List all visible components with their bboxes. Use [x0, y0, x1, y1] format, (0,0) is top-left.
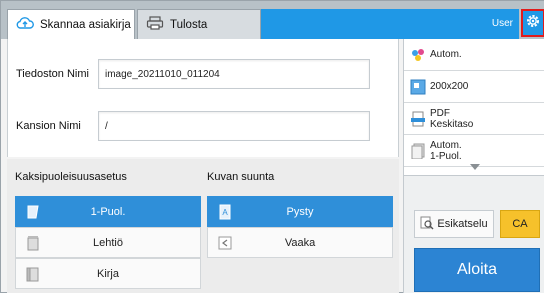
preview-label: Esikatselu [437, 218, 488, 230]
orientation-option-label: Vaaka [284, 236, 316, 249]
filename-row: Tiedoston Nimi image_20211010_011204 [16, 57, 370, 91]
tab-print[interactable]: Tulosta [137, 9, 261, 39]
duplex-option-tablet[interactable]: Lehtiö [15, 227, 201, 258]
folder-label: Kansion Nimi [16, 120, 81, 132]
orientation-option-landscape[interactable]: Vaaka [207, 227, 393, 258]
user-label[interactable]: User [492, 18, 513, 29]
duplex-option-label: Kirja [96, 267, 119, 280]
more-settings-button[interactable] [404, 159, 544, 175]
file-format-line2: Keskitaso [430, 118, 474, 130]
start-button[interactable]: Aloita [414, 248, 540, 292]
clear-all-button[interactable]: CA [500, 210, 540, 238]
orientation-option-label: Pysty [286, 205, 314, 218]
file-format-line1: PDF [430, 107, 450, 119]
preview-button[interactable]: Esikatselu [414, 210, 494, 238]
color-mode-setting[interactable]: Autom. [404, 39, 544, 71]
start-label: Aloita [456, 261, 498, 278]
orientation-option-portrait[interactable]: A Pysty [207, 196, 393, 227]
gear-icon [525, 13, 541, 34]
duplex-option-book[interactable]: Kirja [15, 258, 201, 289]
duplex-option-1-sided[interactable]: 1-Puol. [15, 196, 201, 227]
filename-input[interactable]: image_20211010_011204 [98, 59, 370, 89]
file-format-setting[interactable]: PDF Keskitaso [404, 103, 544, 135]
duplex-title: Kaksipuoleisuusasetus [15, 171, 127, 183]
filename-value: image_20211010_011204 [105, 68, 220, 80]
resolution-icon [410, 79, 426, 95]
folder-row: Kansion Nimi / [16, 109, 370, 143]
resolution-value: 200x200 [430, 81, 469, 92]
action-area: Esikatselu CA Aloita [404, 175, 544, 293]
cloud-upload-icon [16, 16, 34, 33]
original-size-line1: Autom. [430, 139, 462, 151]
file-settings-form: Tiedoston Nimi image_20211010_011204 Kan… [7, 39, 399, 157]
resolution-setting[interactable]: 200x200 [404, 71, 544, 103]
printer-icon [146, 16, 164, 33]
filename-label: Tiedoston Nimi [16, 68, 89, 80]
file-format-icon [410, 111, 426, 127]
color-mode-value: Autom. [430, 49, 462, 60]
tab-scan-label: Skannaa asiakirja [40, 18, 131, 31]
app-window: Skannaa asiakirja Tulosta User Tiedoston… [0, 0, 544, 293]
ca-label: CA [512, 218, 528, 230]
tab-scan-document[interactable]: Skannaa asiakirja [7, 9, 135, 39]
tab-bar: Skannaa asiakirja Tulosta User [1, 1, 544, 39]
color-mode-icon [410, 47, 426, 63]
orientation-title: Kuvan suunta [207, 171, 275, 183]
file-format-value: PDF Keskitaso [430, 108, 473, 130]
folder-input[interactable]: / [98, 111, 370, 141]
duplex-option-label: 1-Puol. [90, 205, 126, 218]
settings-button[interactable] [521, 9, 544, 37]
original-size-icon [410, 143, 426, 160]
duplex-option-label: Lehtiö [93, 236, 123, 249]
settings-panel: Autom. 200x200 PDF Keskitaso Autom. 1-Pu… [403, 39, 544, 293]
folder-value: / [105, 120, 108, 132]
preview-icon [420, 216, 434, 233]
tab-print-label: Tulosta [170, 18, 208, 31]
header-bar: User [261, 9, 519, 39]
chevron-down-icon [470, 162, 480, 173]
scan-options: Kaksipuoleisuusasetus Kuvan suunta 1-Puo… [7, 159, 399, 293]
